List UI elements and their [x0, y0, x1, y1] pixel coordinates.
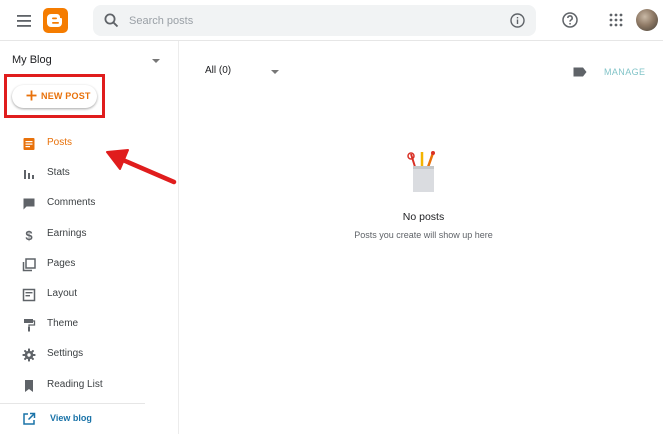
- sidebar-item-earnings[interactable]: $ Earnings: [0, 220, 179, 250]
- sidebar-item-label: Settings: [47, 348, 84, 360]
- blog-selector[interactable]: My Blog: [0, 51, 170, 71]
- apps-grid-icon[interactable]: [609, 13, 623, 27]
- dollar-icon: $: [25, 228, 33, 242]
- sidebar-item-posts[interactable]: Posts: [0, 129, 179, 159]
- sidebar-item-label: Posts: [47, 137, 73, 148]
- post-filter-dropdown[interactable]: All (0): [205, 65, 285, 79]
- stats-icon: [24, 170, 34, 180]
- blogger-logo-icon[interactable]: [43, 8, 68, 33]
- pencil-cup-icon: [407, 151, 435, 192]
- gear-icon: [22, 348, 36, 362]
- search-input[interactable]: [129, 9, 499, 32]
- caret-down-icon: [271, 70, 279, 74]
- blog-name: My Blog: [12, 54, 52, 66]
- label-tag-icon[interactable]: [573, 67, 587, 77]
- bookmark-icon: [25, 379, 33, 392]
- sidebar-item-theme[interactable]: Theme: [0, 310, 179, 340]
- sidebar-item-label: Reading List: [47, 378, 103, 390]
- paint-roller-icon: [24, 319, 36, 332]
- svg-text:$: $: [25, 228, 33, 242]
- sidebar-item-label: Stats: [47, 167, 70, 179]
- avatar[interactable]: [636, 9, 658, 31]
- sidebar-item-label: Layout: [47, 287, 78, 299]
- sidebar-nav: Posts Stats Comments $ Earnings Pages La…: [0, 129, 179, 401]
- sidebar-item-comments[interactable]: Comments: [0, 189, 179, 219]
- help-icon[interactable]: [561, 11, 579, 29]
- sidebar-item-label: Earnings: [47, 227, 87, 239]
- sidebar-item-layout[interactable]: Layout: [0, 280, 179, 310]
- sidebar-item-label: Theme: [47, 318, 79, 330]
- comments-icon: [23, 198, 35, 210]
- view-blog-link[interactable]: View blog: [0, 409, 145, 431]
- search-bar: [93, 5, 536, 36]
- manage-button: MANAGE: [604, 67, 646, 77]
- open-external-icon: [23, 412, 36, 425]
- search-icon[interactable]: [103, 12, 120, 29]
- sidebar-item-pages[interactable]: Pages: [0, 250, 179, 280]
- view-blog-label: View blog: [50, 413, 92, 423]
- sidebar-item-label: Comments: [47, 197, 96, 209]
- main-content: All (0) MANAGE No posts Posts you create…: [180, 41, 663, 434]
- menu-icon[interactable]: [15, 12, 35, 30]
- new-post-label: NEW POST: [41, 91, 91, 101]
- pages-icon: [22, 258, 36, 271]
- blogger-dashboard: My Blog NEW POST Posts: [0, 0, 663, 434]
- posts-icon: [23, 138, 35, 150]
- empty-state-subtitle: Posts you create will show up here: [354, 230, 493, 240]
- sidebar: My Blog NEW POST Posts Stats Comments $ …: [0, 41, 179, 434]
- sidebar-item-reading-list[interactable]: Reading List: [0, 371, 179, 401]
- sidebar-item-settings[interactable]: Settings: [0, 340, 179, 370]
- top-bar: [0, 0, 663, 41]
- plus-icon: [26, 90, 37, 101]
- layout-icon: [22, 288, 36, 302]
- new-post-button[interactable]: NEW POST: [12, 85, 97, 108]
- caret-down-icon: [152, 59, 160, 63]
- sidebar-item-stats[interactable]: Stats: [0, 159, 179, 189]
- sidebar-divider: [0, 403, 145, 404]
- sidebar-item-label: Pages: [47, 257, 76, 269]
- filter-label: All (0): [205, 65, 232, 76]
- empty-state-title: No posts: [402, 211, 445, 223]
- info-icon[interactable]: [509, 12, 526, 29]
